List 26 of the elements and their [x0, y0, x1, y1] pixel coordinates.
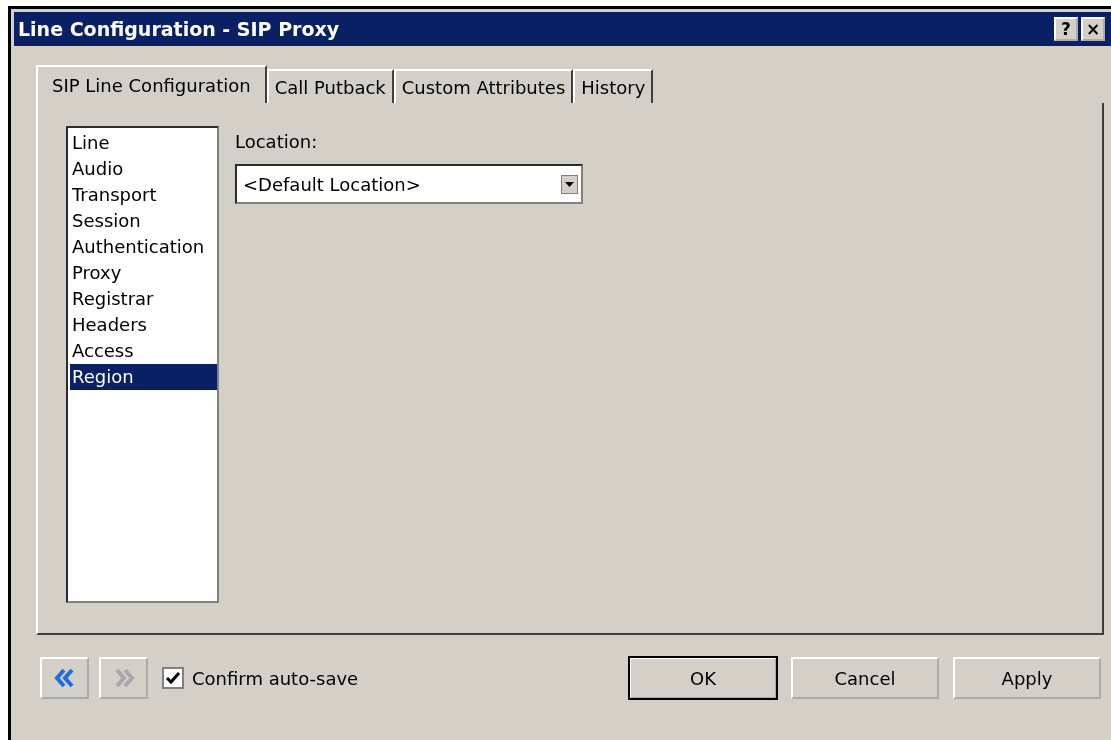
back-button[interactable]	[40, 657, 89, 699]
checkbox[interactable]	[162, 667, 184, 689]
location-label: Location:	[235, 131, 319, 154]
help-button[interactable]: ?	[1054, 17, 1078, 41]
list-item[interactable]: Registrar	[70, 286, 217, 312]
tab[interactable]: History	[573, 69, 654, 103]
list-item[interactable]: Audio	[70, 156, 217, 182]
tab[interactable]: Custom Attributes	[393, 69, 574, 103]
dialog-button[interactable]: Cancel	[791, 657, 939, 699]
close-button[interactable]: ×	[1081, 17, 1105, 41]
dialog-button[interactable]: OK	[629, 657, 777, 699]
list-item[interactable]: Region	[70, 364, 217, 390]
dialog-button[interactable]: Apply	[953, 657, 1101, 699]
list-item[interactable]: Line	[70, 130, 217, 156]
double-left-chevron-icon	[53, 668, 76, 688]
list-item[interactable]: Transport	[70, 182, 217, 208]
location-dropdown[interactable]: <Default Location>	[235, 164, 583, 204]
list-item[interactable]: Access	[70, 338, 217, 364]
checkbox-label: Confirm auto-save	[192, 667, 359, 689]
list-item[interactable]: Session	[70, 208, 217, 234]
tab[interactable]: SIP Line Configuration	[36, 65, 267, 103]
tab[interactable]: Call Putback	[266, 69, 394, 103]
window-title: Line Configuration - SIP Proxy	[18, 18, 341, 40]
list-item[interactable]: Authentication	[70, 234, 217, 260]
list-item[interactable]: Headers	[70, 312, 217, 338]
list-item[interactable]: Proxy	[70, 260, 217, 286]
